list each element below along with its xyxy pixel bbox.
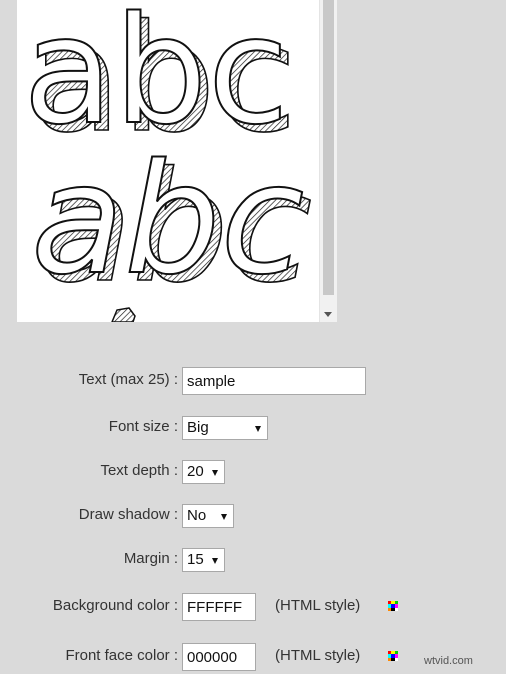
front-face-color-hint: (HTML style) <box>275 647 361 664</box>
watermark: wtvid.com <box>424 655 473 667</box>
draw-shadow-label: Draw shadow : <box>78 506 178 523</box>
margin-row: Margin : 15 <box>0 546 506 574</box>
chevron-down-icon <box>212 470 218 476</box>
background-color-row: Background color : (HTML style) <box>0 593 506 621</box>
draw-shadow-row: Draw shadow : No <box>0 502 506 530</box>
draw-shadow-value: No <box>187 507 207 524</box>
chevron-down-icon <box>255 426 261 432</box>
text-row: Text (max 25) : <box>0 367 506 395</box>
front-face-color-input[interactable] <box>182 643 256 671</box>
text-depth-row: Text depth : 20 <box>0 458 506 486</box>
text-preview-pane: abc abc abc abc <box>17 0 319 322</box>
font-size-value: Big <box>187 419 209 436</box>
chevron-down-icon <box>212 558 218 564</box>
text-label: Text (max 25) : <box>78 371 178 388</box>
scroll-down-arrow-icon[interactable] <box>324 312 332 317</box>
margin-label: Margin : <box>123 550 178 567</box>
background-color-hint: (HTML style) <box>275 597 361 614</box>
chevron-down-icon <box>221 514 227 520</box>
text-depth-label: Text depth : <box>100 462 178 479</box>
color-picker-icon[interactable] <box>388 601 398 611</box>
color-picker-icon[interactable] <box>388 651 398 661</box>
text-depth-select[interactable]: 20 <box>182 460 225 484</box>
draw-shadow-select[interactable]: No <box>182 504 234 528</box>
font-size-row: Font size : Big <box>0 414 506 442</box>
margin-value: 15 <box>187 551 204 568</box>
font-size-select[interactable]: Big <box>182 416 268 440</box>
margin-select[interactable]: 15 <box>182 548 225 572</box>
preview-3d-text-image: abc abc abc abc <box>22 0 313 322</box>
font-size-label: Font size : <box>108 418 178 435</box>
scrollbar-thumb[interactable] <box>323 0 334 295</box>
text-input[interactable] <box>182 367 366 395</box>
background-color-input[interactable] <box>182 593 256 621</box>
preview-scrollbar[interactable] <box>319 0 337 322</box>
background-color-label: Background color : <box>52 597 178 614</box>
front-face-color-label: Front face color : <box>65 647 178 664</box>
text-depth-value: 20 <box>187 463 204 480</box>
preview-line2-face: abc <box>31 131 304 308</box>
